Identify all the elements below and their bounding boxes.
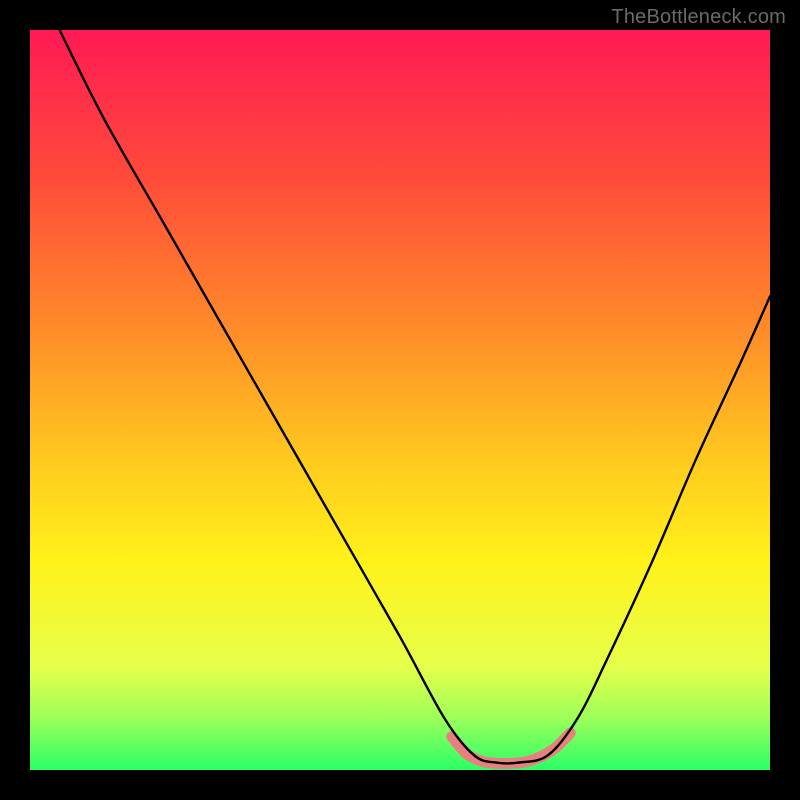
chart-stage: TheBottleneck.com bbox=[0, 0, 800, 800]
watermark-text: TheBottleneck.com bbox=[611, 6, 786, 29]
chart-svg bbox=[0, 0, 800, 800]
gradient-background bbox=[30, 30, 770, 770]
